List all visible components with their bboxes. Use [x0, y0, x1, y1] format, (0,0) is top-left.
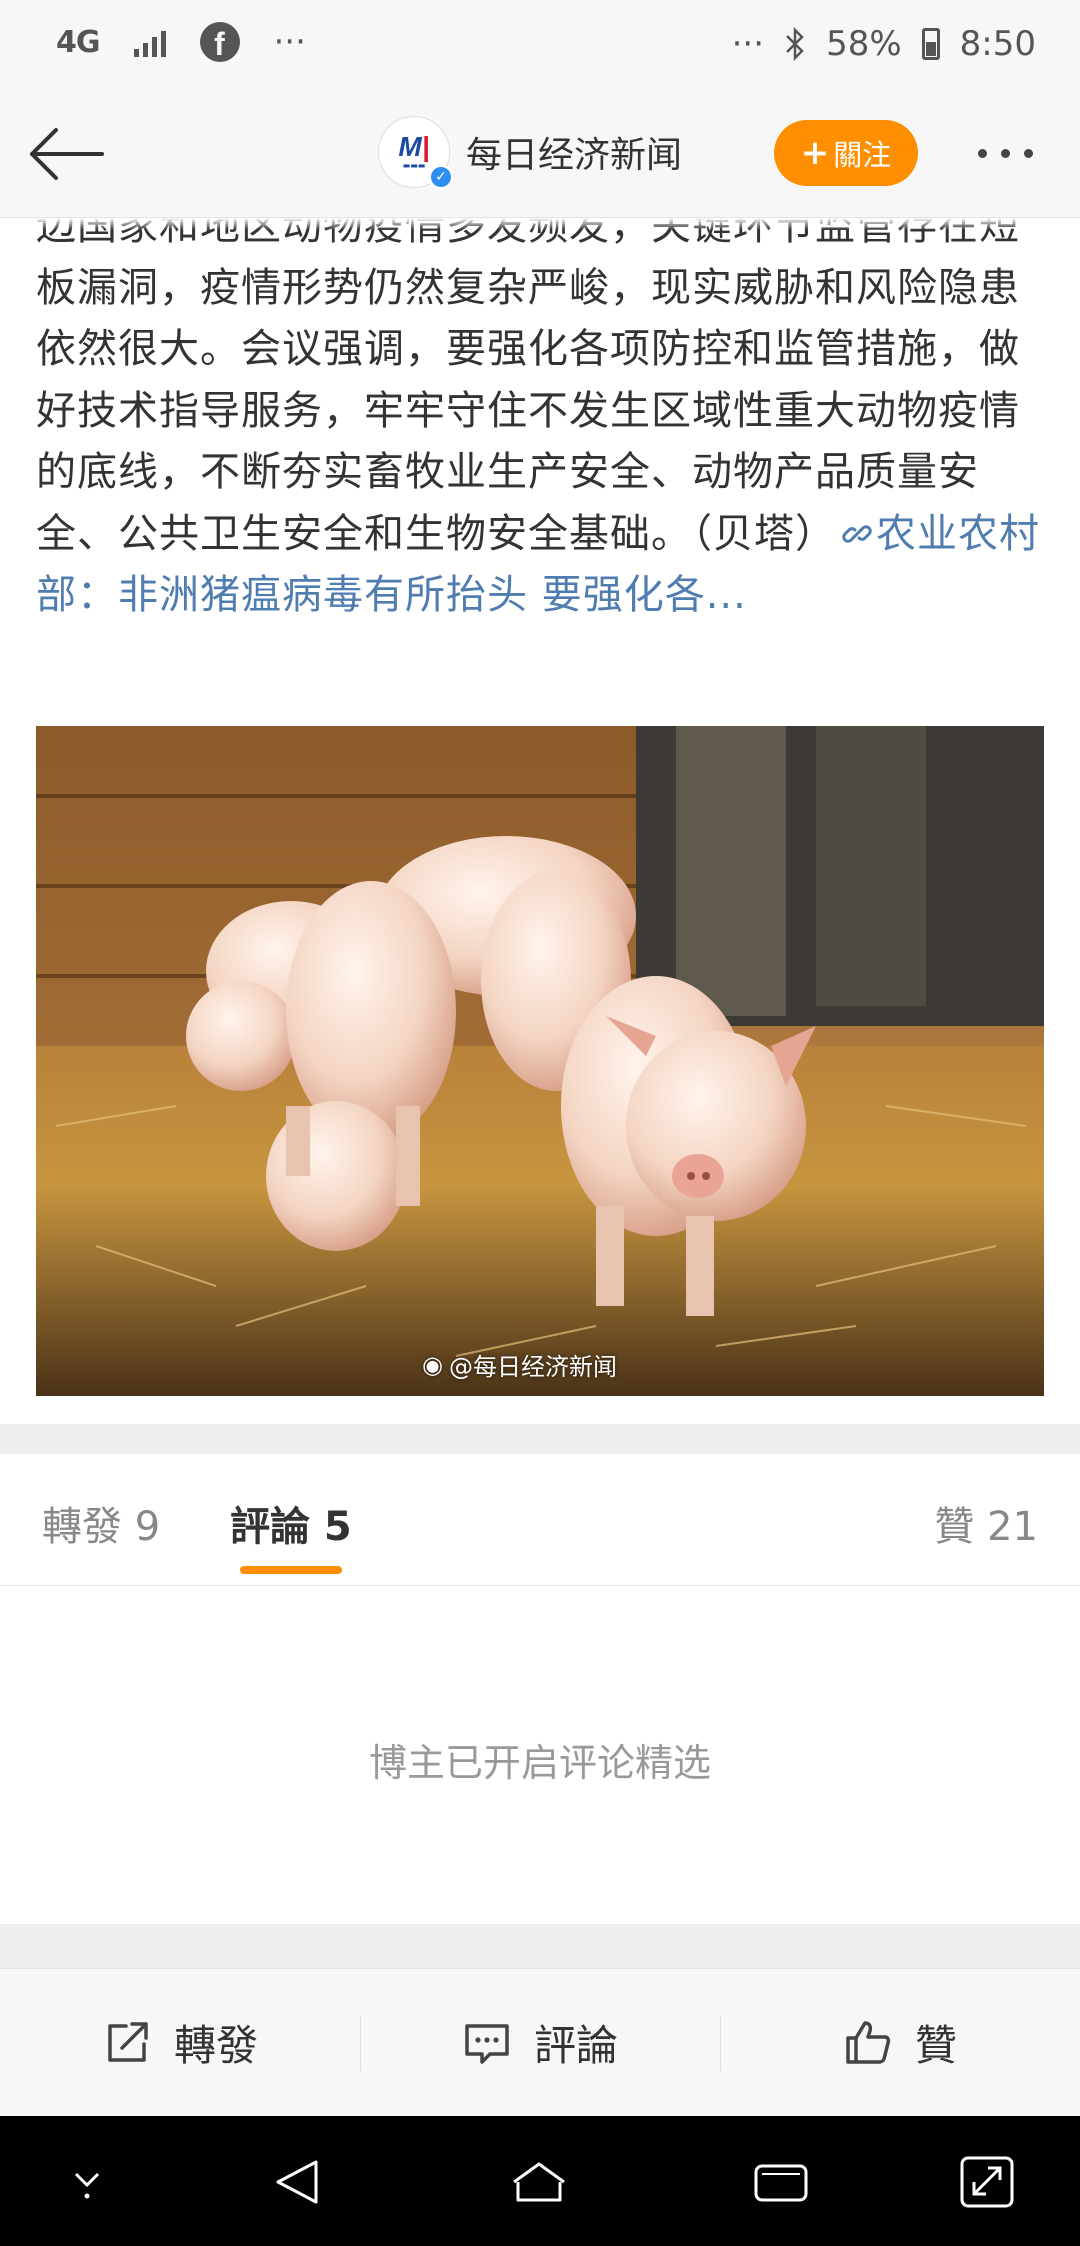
battery-percent: 58% — [826, 24, 902, 64]
comment-label: 評論 — [533, 2021, 618, 2070]
weibo-logo-icon: ◉ — [422, 1350, 443, 1379]
account-name[interactable]: 每日经济新闻 — [466, 126, 682, 178]
repost-button[interactable]: 轉發 — [0, 1969, 360, 2116]
account-header[interactable]: M| ▬▬▬ ✓ 每日经济新闻 — [378, 116, 682, 189]
plus-icon: + — [800, 133, 830, 173]
more-status-indicator: ··· — [731, 24, 765, 64]
top-nav-bar: M| ▬▬▬ ✓ 每日经济新闻 + 關注 — [0, 90, 1080, 218]
more-options-icon[interactable] — [978, 138, 1048, 168]
bluetooth-icon — [786, 27, 804, 61]
back-nav-icon[interactable] — [264, 2152, 334, 2212]
tab-repost[interactable]: 轉發 9 — [42, 1494, 160, 1552]
bottom-action-bar: 轉發 評論 贊 — [0, 1968, 1080, 2116]
comment-icon — [465, 2023, 509, 2064]
engagement-tabs: 轉發 9 評論 5 贊 21 — [0, 1454, 1080, 1586]
image-watermark: ◉ @每日经济新闻 — [422, 1347, 617, 1382]
link-icon — [842, 524, 872, 543]
header-shadow — [0, 218, 1080, 230]
active-tab-indicator — [240, 1566, 342, 1574]
signal-icon — [133, 27, 166, 57]
verified-badge-icon: ✓ — [429, 165, 453, 189]
avatar[interactable]: M| ▬▬▬ ✓ — [378, 116, 453, 189]
post-text: 边国家和地区动物疫情多发频发，关键环节监管存在短板漏洞，疫情形势仍然复杂严峻，现… — [36, 196, 1046, 627]
nbd-logo-mark: ▬▬▬ — [402, 161, 426, 170]
follow-button[interactable]: + 關注 — [774, 120, 918, 186]
comment-area: 博主已开启评论精选 — [0, 1586, 1080, 1924]
watermark-text: @每日经济新闻 — [448, 1353, 617, 1381]
recents-nav-icon[interactable] — [746, 2152, 816, 2212]
section-divider — [0, 1424, 1080, 1454]
hide-keyboard-icon[interactable] — [52, 2152, 122, 2212]
share-icon — [108, 2021, 148, 2062]
network-indicator: 4G — [56, 24, 100, 60]
system-nav-bar — [0, 2116, 1080, 2246]
like-label: 贊 — [914, 2021, 957, 2070]
battery-icon — [921, 28, 940, 60]
post-image[interactable]: ◉ @每日经济新闻 — [36, 726, 1044, 1396]
repost-label: 轉發 — [173, 2021, 258, 2070]
post-body: 边国家和地区动物疫情多发频发，关键环节监管存在短板漏洞，疫情形势仍然复杂严峻，现… — [36, 203, 1020, 557]
more-notifications-indicator: ··· — [273, 22, 306, 62]
comment-selection-note: 博主已开启评论精选 — [368, 1741, 711, 1785]
rotate-expand-icon[interactable] — [952, 2152, 1022, 2212]
clock: 8:50 — [959, 24, 1036, 64]
comment-button[interactable]: 評論 — [360, 1969, 720, 2116]
tab-comment[interactable]: 評論 5 — [230, 1494, 352, 1552]
piglets-photo — [36, 726, 1044, 1396]
like-button[interactable]: 贊 — [720, 1969, 1080, 2116]
tab-like[interactable]: 贊 21 — [934, 1494, 1038, 1552]
thumbs-up-icon — [846, 2020, 891, 2064]
back-arrow-icon[interactable] — [26, 122, 106, 186]
status-bar: 4G f ··· ··· 58% 8:50 — [0, 0, 1080, 90]
section-divider-bottom — [0, 1924, 1080, 1968]
nbd-logo-icon: M| — [398, 131, 430, 162]
home-nav-icon[interactable] — [504, 2152, 574, 2212]
facebook-notification-icon: f — [199, 22, 240, 62]
follow-label: 關注 — [833, 138, 892, 172]
